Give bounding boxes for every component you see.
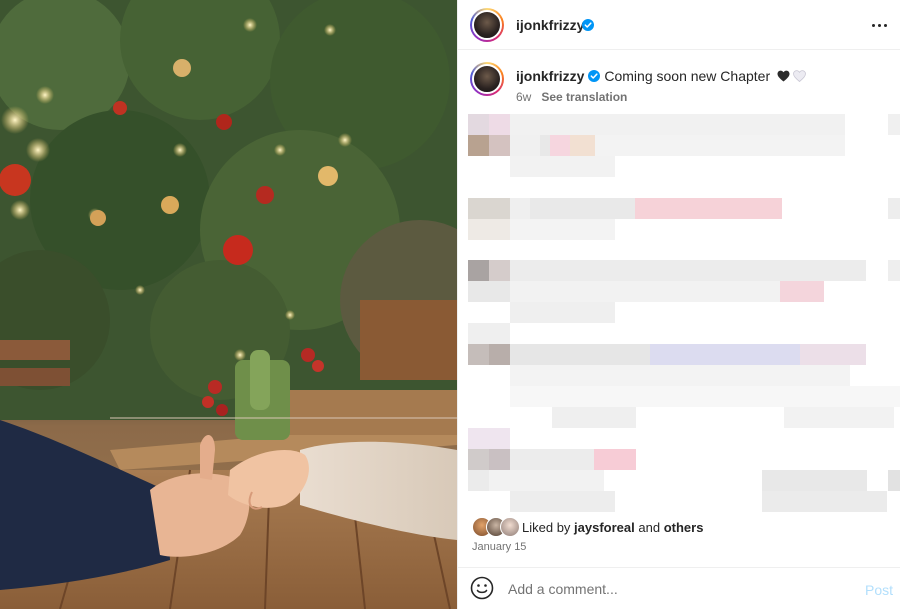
- black-heart-icon: [777, 70, 790, 82]
- white-heart-icon: [793, 70, 806, 82]
- see-translation-link[interactable]: See translation: [541, 90, 627, 104]
- pixel-row-3: [468, 260, 900, 344]
- pixel-row-5: [468, 428, 900, 512]
- pixelated-comments: [468, 114, 900, 512]
- liked-by-others[interactable]: others: [664, 520, 704, 535]
- likes-summary: Liked by jaysforeal and others: [472, 517, 703, 537]
- post-photo[interactable]: [0, 0, 457, 609]
- post-side-panel: ijonkfrizzy ijonkfrizzy Coming soon new …: [457, 0, 900, 609]
- verified-badge-icon: [588, 70, 601, 82]
- comment-bar: Post: [458, 567, 900, 609]
- author-avatar[interactable]: [470, 8, 504, 42]
- pixel-row-4: [468, 344, 900, 428]
- liker-avatars[interactable]: [472, 517, 520, 537]
- liked-by-prefix: Liked by: [522, 519, 571, 535]
- caption-author-avatar[interactable]: [470, 62, 504, 96]
- post-header: ijonkfrizzy: [458, 0, 900, 50]
- post-viewer: ijonkfrizzy ijonkfrizzy Coming soon new …: [0, 0, 900, 609]
- post-date[interactable]: January 15: [472, 541, 526, 553]
- author-username[interactable]: ijonkfrizzy: [516, 17, 584, 33]
- liker-avatar: [500, 517, 520, 537]
- more-options-icon[interactable]: [867, 13, 891, 37]
- caption-username[interactable]: ijonkfrizzy: [516, 68, 584, 84]
- liked-by-user[interactable]: jaysforeal: [574, 520, 635, 535]
- pixel-row-1: [468, 114, 900, 177]
- verified-badge-icon: [578, 17, 594, 35]
- pixel-row-2: [468, 198, 900, 240]
- emoji-icon[interactable]: [470, 576, 494, 600]
- caption-line: ijonkfrizzy Coming soon new Chapter: [516, 68, 806, 84]
- photo-illustration: [0, 0, 457, 609]
- post-comment-button[interactable]: Post: [865, 582, 893, 598]
- post-age: 6w: [516, 90, 532, 104]
- caption-meta: 6w See translation: [516, 90, 627, 104]
- liked-by-and: and: [638, 519, 661, 535]
- caption-text: Coming soon new Chapter: [604, 68, 771, 84]
- comment-input[interactable]: [508, 578, 828, 600]
